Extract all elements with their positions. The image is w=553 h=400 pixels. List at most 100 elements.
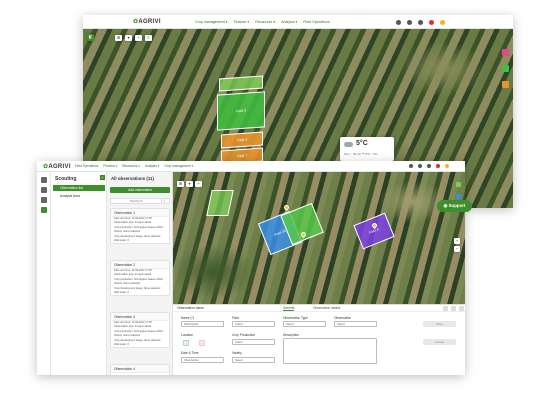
close-icon[interactable] (459, 306, 464, 311)
nav-item-finance[interactable]: Finance ▾ (234, 20, 250, 24)
nav-item-field-operations[interactable]: Field Operations (303, 20, 329, 24)
description-textarea[interactable] (283, 338, 377, 364)
document-icon[interactable] (41, 197, 47, 203)
location-label: Location (181, 333, 194, 337)
weather-temperature: 5°C (356, 140, 368, 147)
variety-select[interactable]: Select (232, 357, 275, 363)
scouting-item-observation-list[interactable]: Observation list (53, 185, 105, 191)
field-polygon[interactable]: Field 4 (221, 131, 263, 149)
remove-location-icon[interactable] (199, 340, 205, 346)
front-app-window: ✿AGRIVI Field Operations Finance ▾ Resou… (37, 161, 465, 375)
observation-select[interactable]: Select (334, 321, 377, 327)
list-icon[interactable] (41, 187, 47, 193)
field-polygon[interactable] (219, 75, 263, 92)
nav-item-field-operations[interactable]: Field Operations (75, 164, 98, 168)
front-top-icons (409, 164, 449, 168)
add-icon[interactable]: + (100, 175, 105, 180)
variety-label: Variety (232, 351, 242, 355)
map-tool-grid[interactable]: ⊞ (115, 35, 122, 41)
bell-icon[interactable] (427, 164, 431, 168)
front-main-nav: Field Operations Finance ▾ Resources ▾ A… (75, 164, 193, 168)
map-tool-grid[interactable]: ⊞ (177, 181, 184, 187)
legend-swatch[interactable] (502, 65, 509, 72)
field-select[interactable]: Select (232, 321, 275, 327)
layers-icon[interactable]: ◧ (87, 34, 94, 41)
front-top-bar: ✿AGRIVI Field Operations Finance ▾ Resou… (37, 161, 465, 172)
calendar-icon[interactable] (418, 164, 422, 168)
cancel-button[interactable]: Cancel (423, 339, 456, 345)
screenshot-root: ✿AGRIVI Crop management ▾ Finance ▾ Reso… (0, 0, 553, 400)
nav-item-analysis[interactable]: Analysis ▾ (145, 164, 159, 168)
field-label: Field (232, 316, 239, 320)
observation-label: Observation (334, 316, 352, 320)
weather-details: Mon ↑ 8km/h ☂ 0% ◌ 0% (344, 152, 378, 156)
map-tool-add[interactable]: + (135, 35, 142, 41)
scouting-title: Scouting (55, 176, 77, 182)
add-observation-button[interactable]: Add observation (110, 187, 170, 193)
legend-swatch[interactable] (456, 194, 461, 199)
crop-production-label: Crop Production (232, 333, 256, 337)
observations-panel: All observations (11) Add observation So… (107, 172, 173, 375)
user-avatar[interactable] (445, 164, 449, 168)
notifications-icon[interactable] (436, 164, 440, 168)
help-icon[interactable] (409, 164, 413, 168)
date-time-input[interactable]: Placeholder (181, 357, 224, 363)
zoom-out-button[interactable]: − (454, 246, 460, 252)
nav-item-resources[interactable]: Resources ▾ (255, 20, 275, 24)
map-tool-dropdown[interactable]: ▾ (125, 35, 132, 41)
tab-general[interactable]: General (283, 306, 295, 311)
observation-type-select[interactable]: Select (283, 321, 326, 327)
form-title: Observation name (177, 306, 204, 310)
observations-title: All observations (11) (111, 176, 154, 181)
tab-observation-details[interactable]: Observation details (313, 306, 340, 310)
observation-card[interactable]: Observation 4 (110, 364, 170, 375)
zoom-in-button[interactable]: + (454, 238, 460, 244)
nav-item-crop-management[interactable]: Crop management ▾ (164, 164, 193, 168)
nav-item-resources[interactable]: Resources ▾ (122, 164, 140, 168)
observation-card[interactable]: Observation 1 Date and time: 13.09.2022 … (110, 208, 170, 245)
filter-icon[interactable] (164, 198, 170, 204)
cloud-icon (344, 142, 353, 147)
description-label: Description (283, 333, 299, 337)
user-avatar[interactable] (440, 20, 445, 25)
back-logo[interactable]: ✿AGRIVI (133, 18, 161, 25)
bell-icon[interactable] (418, 20, 423, 25)
observation-card[interactable]: Observation 3 Date and time: 13.09.2022 … (110, 312, 170, 349)
observation-form: Observation name General Observation det… (173, 304, 465, 375)
observation-card[interactable]: Observation 2 Date and time: 13.09.2022 … (110, 260, 170, 297)
field-polygon[interactable] (206, 190, 234, 216)
legend-swatch[interactable] (502, 81, 509, 88)
legend-swatch[interactable] (502, 49, 509, 56)
field-polygon[interactable]: Field 9 (217, 91, 265, 131)
save-button[interactable]: Save (423, 321, 456, 327)
form-header: Observation name General Observation det… (173, 305, 465, 312)
front-logo[interactable]: ✿AGRIVI (43, 163, 71, 170)
name-input[interactable]: Placeholder (181, 321, 224, 327)
notifications-icon[interactable] (429, 20, 434, 25)
crop-production-select[interactable]: Select (232, 339, 275, 345)
left-icon-rail (37, 172, 51, 375)
nav-item-finance[interactable]: Finance ▾ (103, 164, 117, 168)
map-tool-menu[interactable]: ≡ (145, 35, 152, 41)
sort-dropdown[interactable]: Sort by ▾ (110, 198, 162, 204)
nav-item-crop-management[interactable]: Crop management ▾ (195, 20, 228, 24)
calendar-icon[interactable] (407, 20, 412, 25)
help-icon[interactable] (396, 20, 401, 25)
back-top-icons (396, 20, 445, 25)
map-tool-add[interactable]: + (195, 181, 202, 187)
date-time-label: Date & Time (181, 351, 199, 355)
scouting-icon[interactable] (41, 207, 47, 213)
field-polygon[interactable]: Field 6 (353, 212, 395, 250)
observation-type-label: Observation Type (283, 316, 308, 320)
calendar-icon[interactable] (41, 177, 47, 183)
scouting-panel: Scouting + Observation list Analysis Are… (51, 172, 107, 375)
support-button[interactable]: ◉ Support (437, 200, 472, 212)
scouting-item-analysis-area[interactable]: Analysis Area (53, 193, 105, 199)
map-tool-dropdown[interactable]: ▾ (186, 181, 193, 187)
nav-item-analysis[interactable]: Analysis ▾ (281, 20, 297, 24)
front-satellite-map[interactable]: ⊞ ▾ + Field 28 Field 6 + − (173, 172, 465, 304)
legend-swatch[interactable] (456, 182, 461, 187)
expand-icon[interactable] (443, 306, 448, 311)
location-pin-icon[interactable] (183, 340, 189, 346)
minimize-icon[interactable] (451, 306, 456, 311)
